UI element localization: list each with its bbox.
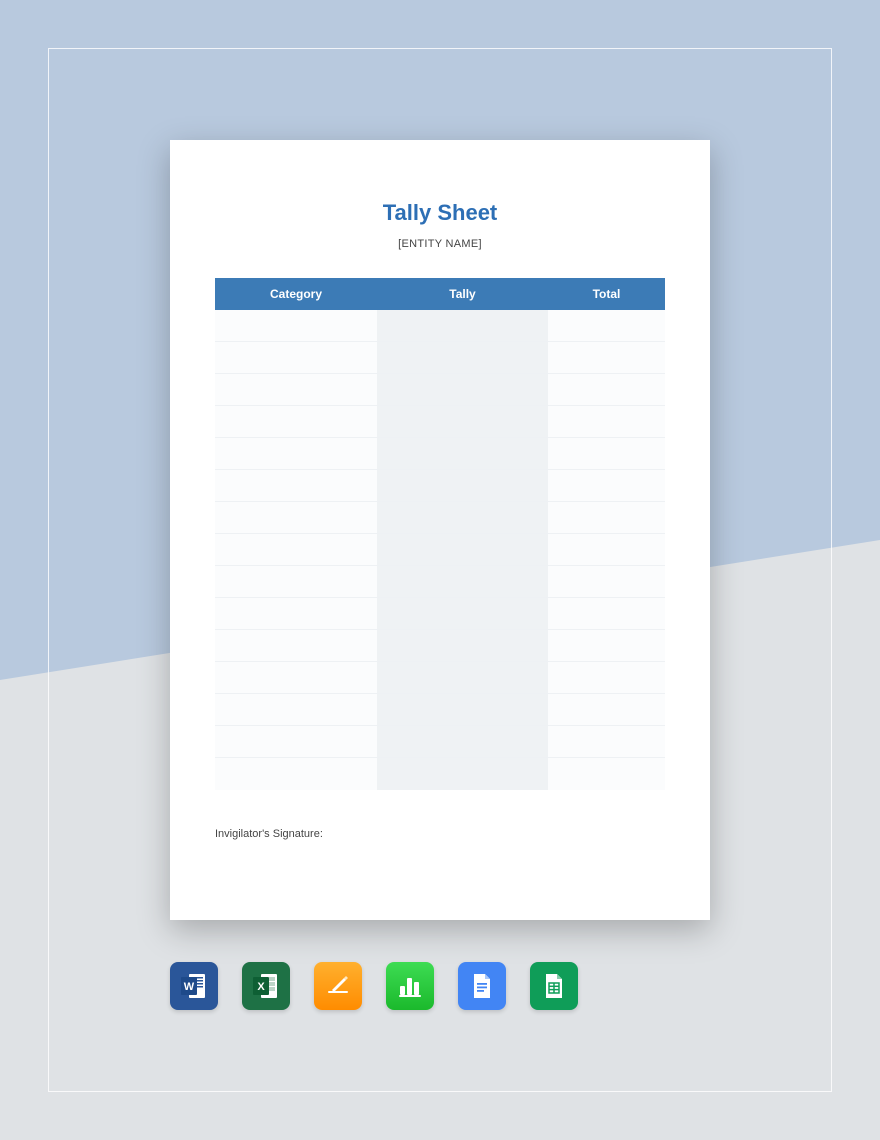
cell-category bbox=[215, 374, 377, 405]
column-header-tally: Tally bbox=[377, 278, 548, 310]
cell-category bbox=[215, 438, 377, 469]
cell-tally bbox=[377, 406, 548, 437]
table-body bbox=[215, 310, 665, 790]
cell-total bbox=[548, 566, 665, 597]
table-row bbox=[215, 342, 665, 374]
cell-category bbox=[215, 694, 377, 725]
cell-tally bbox=[377, 310, 548, 341]
cell-tally bbox=[377, 726, 548, 757]
cell-tally bbox=[377, 534, 548, 565]
pages-icon[interactable] bbox=[314, 962, 362, 1010]
table-row bbox=[215, 598, 665, 630]
table-row bbox=[215, 438, 665, 470]
table-row bbox=[215, 310, 665, 342]
table-row bbox=[215, 662, 665, 694]
cell-tally bbox=[377, 438, 548, 469]
cell-total bbox=[548, 470, 665, 501]
cell-category bbox=[215, 342, 377, 373]
cell-total bbox=[548, 598, 665, 629]
table-row bbox=[215, 758, 665, 790]
svg-text:W: W bbox=[184, 981, 195, 993]
cell-tally bbox=[377, 342, 548, 373]
table-row bbox=[215, 630, 665, 662]
word-icon[interactable]: W bbox=[170, 962, 218, 1010]
cell-tally bbox=[377, 694, 548, 725]
cell-tally bbox=[377, 374, 548, 405]
cell-total bbox=[548, 406, 665, 437]
tally-table: Category Tally Total bbox=[215, 278, 665, 790]
cell-total bbox=[548, 374, 665, 405]
table-row bbox=[215, 502, 665, 534]
cell-tally bbox=[377, 630, 548, 661]
cell-total bbox=[548, 438, 665, 469]
cell-category bbox=[215, 726, 377, 757]
table-row bbox=[215, 470, 665, 502]
signature-label: Invigilator's Signature: bbox=[215, 828, 665, 840]
table-row bbox=[215, 566, 665, 598]
cell-total bbox=[548, 630, 665, 661]
cell-category bbox=[215, 566, 377, 597]
cell-total bbox=[548, 310, 665, 341]
cell-tally bbox=[377, 758, 548, 790]
cell-total bbox=[548, 502, 665, 533]
cell-category bbox=[215, 630, 377, 661]
table-row bbox=[215, 534, 665, 566]
entity-name-placeholder: [ENTITY NAME] bbox=[215, 238, 665, 250]
cell-category bbox=[215, 534, 377, 565]
google-sheets-icon[interactable] bbox=[530, 962, 578, 1010]
cell-total bbox=[548, 758, 665, 790]
cell-category bbox=[215, 598, 377, 629]
app-icon-row: W X bbox=[170, 962, 578, 1010]
cell-tally bbox=[377, 566, 548, 597]
numbers-icon[interactable] bbox=[386, 962, 434, 1010]
cell-total bbox=[548, 534, 665, 565]
cell-total bbox=[548, 342, 665, 373]
cell-total bbox=[548, 726, 665, 757]
cell-category bbox=[215, 662, 377, 693]
column-header-total: Total bbox=[548, 278, 665, 310]
cell-tally bbox=[377, 502, 548, 533]
column-header-category: Category bbox=[215, 278, 377, 310]
google-docs-icon[interactable] bbox=[458, 962, 506, 1010]
table-row bbox=[215, 726, 665, 758]
cell-total bbox=[548, 694, 665, 725]
page-title: Tally Sheet bbox=[215, 200, 665, 226]
cell-category bbox=[215, 310, 377, 341]
excel-icon[interactable]: X bbox=[242, 962, 290, 1010]
cell-tally bbox=[377, 662, 548, 693]
cell-category bbox=[215, 502, 377, 533]
cell-category bbox=[215, 758, 377, 790]
table-row bbox=[215, 406, 665, 438]
cell-category bbox=[215, 406, 377, 437]
cell-tally bbox=[377, 598, 548, 629]
svg-text:X: X bbox=[257, 981, 265, 993]
table-row bbox=[215, 374, 665, 406]
cell-total bbox=[548, 662, 665, 693]
table-header-row: Category Tally Total bbox=[215, 278, 665, 310]
cell-tally bbox=[377, 470, 548, 501]
cell-category bbox=[215, 470, 377, 501]
document-page: Tally Sheet [ENTITY NAME] Category Tally… bbox=[170, 140, 710, 920]
table-row bbox=[215, 694, 665, 726]
